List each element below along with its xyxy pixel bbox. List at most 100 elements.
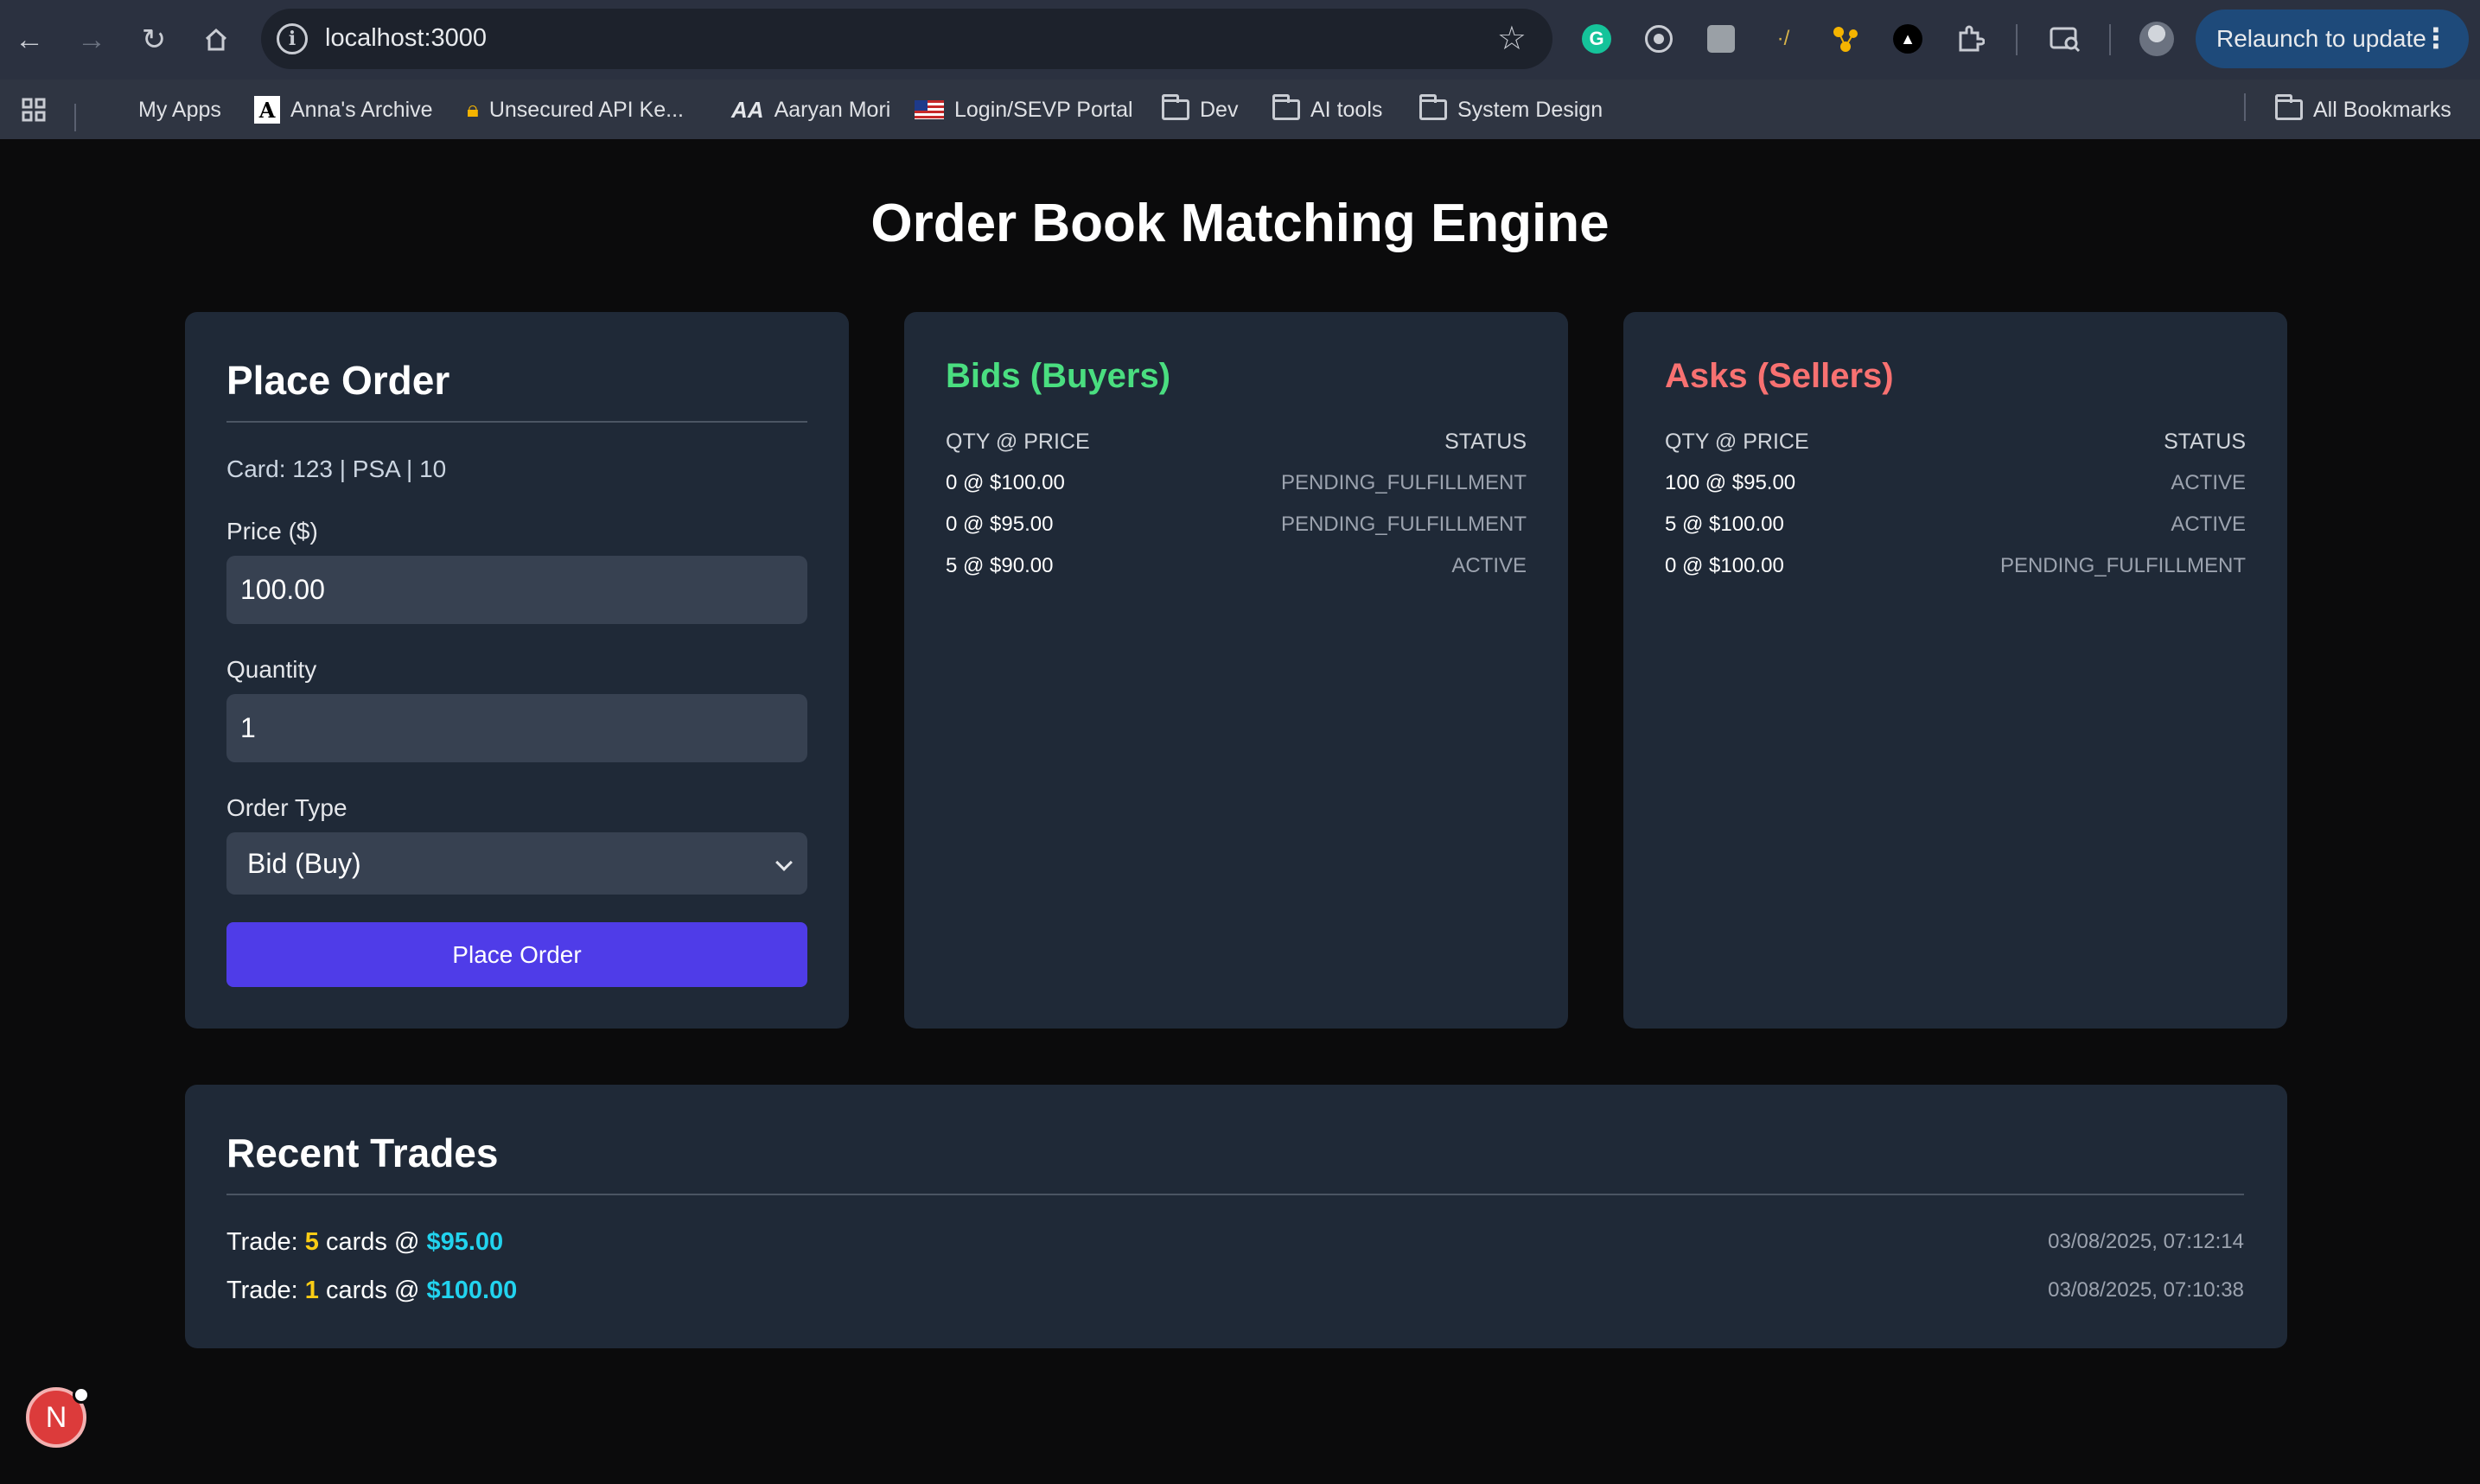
folder-icon <box>2275 94 2303 120</box>
order-type-select[interactable]: Bid (Buy) <box>226 832 807 895</box>
bid-row: 0 @ $100.00 PENDING_FULFILLMENT <box>946 471 1527 495</box>
chevron-down-icon <box>775 854 793 871</box>
trade-price: $100.00 <box>426 1277 518 1304</box>
bids-card: Bids (Buyers) QTY @ PRICE STATUS 0 @ $10… <box>904 312 1568 1029</box>
page-content: Order Book Matching Engine Place Order C… <box>0 139 2480 1484</box>
ask-status: ACTIVE <box>2171 471 2246 494</box>
trade-middle: cards @ <box>318 1277 427 1304</box>
bookmark-star-icon[interactable]: ☆ <box>1497 19 1527 58</box>
bid-order: 0 @ $95.00 <box>946 513 1054 536</box>
grammarly-icon[interactable]: G <box>1577 19 1616 59</box>
bookmark-unsecured-api-keys[interactable]: 🔒︎ Unsecured API Ke... <box>467 95 684 124</box>
folder-icon <box>1272 94 1300 120</box>
trade-prefix: Trade: <box>226 1228 305 1256</box>
folder-icon <box>1162 94 1189 120</box>
bookmark-my-apps[interactable]: My Apps <box>100 95 221 124</box>
notes-extension-icon[interactable] <box>1701 19 1741 59</box>
microsoft-icon <box>100 96 128 124</box>
asks-title: Asks (Sellers) <box>1665 357 1894 395</box>
bids-header: QTY @ PRICE STATUS <box>946 430 1527 455</box>
asks-card: Asks (Sellers) QTY @ PRICE STATUS 100 @ … <box>1623 312 2287 1029</box>
place-order-card: Place Order Card: 123 | PSA | 10 Price (… <box>185 312 849 1029</box>
apps-grid-icon[interactable] <box>21 95 47 124</box>
music-extension-icon[interactable]: ·/ <box>1763 19 1803 59</box>
trade-row: Trade: 5 cards @ $95.00 03/08/2025, 07:1… <box>226 1228 2244 1257</box>
ask-order: 100 @ $95.00 <box>1665 471 1796 494</box>
ask-order: 5 @ $100.00 <box>1665 513 1784 536</box>
price-label: Price ($) <box>226 518 318 545</box>
bookmark-divider <box>2244 93 2246 121</box>
bookmark-label: System Design <box>1457 97 1603 122</box>
aa-icon: AA <box>731 96 764 123</box>
bookmark-folder-dev[interactable]: Dev <box>1162 94 1239 124</box>
puzzle-extensions-icon[interactable] <box>1950 19 1990 59</box>
bid-row: 0 @ $95.00 PENDING_FULFILLMENT <box>946 513 1527 537</box>
toolbar-divider <box>2109 24 2111 55</box>
target-extension-icon[interactable] <box>1639 19 1679 59</box>
bookmark-annas-archive[interactable]: A Anna's Archive <box>254 95 433 124</box>
price-input[interactable]: 100.00 <box>226 556 807 624</box>
page-title: Order Book Matching Engine <box>870 194 1610 253</box>
trade-row: Trade: 1 cards @ $100.00 03/08/2025, 07:… <box>226 1277 2244 1305</box>
menu-dots-icon[interactable]: ⋮ <box>2422 22 2450 54</box>
place-order-title: Place Order <box>226 358 450 403</box>
all-bookmarks-button[interactable]: All Bookmarks <box>2275 94 2451 124</box>
relaunch-label: Relaunch to update <box>2216 25 2426 52</box>
bookmark-folder-ai-tools[interactable]: AI tools <box>1272 94 1383 124</box>
ask-row: 100 @ $95.00 ACTIVE <box>1665 471 2246 495</box>
bookmark-label: My Apps <box>138 97 221 122</box>
bid-status: ACTIVE <box>1451 554 1527 577</box>
bookmarks-bar: My Apps A Anna's Archive 🔒︎ Unsecured AP… <box>0 80 2480 139</box>
divider <box>226 421 807 423</box>
back-icon[interactable]: ← <box>5 16 54 64</box>
home-icon[interactable] <box>192 16 240 64</box>
tab-search-icon[interactable] <box>2045 19 2085 59</box>
card-info: Card: 123 | PSA | 10 <box>226 455 447 482</box>
browser-chrome: ← → ↻ i localhost:3000 ☆ G ·/ ▲ Relaunch… <box>0 0 2480 139</box>
place-order-button[interactable]: Place Order <box>226 922 807 987</box>
bookmark-aaryan-mori[interactable]: AA Aaryan Mori <box>731 95 890 124</box>
status-header: STATUS <box>2164 430 2246 454</box>
qty-price-header: QTY @ PRICE <box>1665 430 1809 454</box>
bid-status: PENDING_FULFILLMENT <box>1280 513 1527 536</box>
bookmark-label: Login/SEVP Portal <box>954 97 1133 122</box>
bid-status: PENDING_FULFILLMENT <box>1280 471 1527 494</box>
trade-qty: 5 <box>304 1228 319 1256</box>
toolbar-divider <box>2016 24 2018 55</box>
recent-trades-card: Recent Trades Trade: 5 cards @ $95.00 03… <box>185 1085 2287 1348</box>
triangle-extension-icon[interactable]: ▲ <box>1888 19 1928 59</box>
trade-timestamp: 03/08/2025, 07:10:38 <box>2048 1278 2244 1302</box>
qty-price-header: QTY @ PRICE <box>946 430 1090 454</box>
notification-dot <box>73 1386 90 1404</box>
trade-middle: cards @ <box>318 1228 427 1256</box>
bookmark-divider <box>74 104 76 131</box>
bookmark-sevp-portal[interactable]: Login/SEVP Portal <box>915 95 1133 124</box>
order-type-label: Order Type <box>226 794 347 821</box>
reload-icon[interactable]: ↻ <box>130 16 178 64</box>
annas-archive-icon: A <box>254 96 280 124</box>
bookmark-label: Unsecured API Ke... <box>488 97 684 122</box>
bookmark-label: Dev <box>1200 97 1239 122</box>
forward-icon[interactable]: → <box>67 16 116 64</box>
asks-header: QTY @ PRICE STATUS <box>1665 430 2246 455</box>
molecule-extension-icon[interactable] <box>1826 19 1865 59</box>
status-header: STATUS <box>1444 430 1527 454</box>
quantity-input[interactable]: 1 <box>226 694 807 762</box>
profile-avatar[interactable] <box>2137 19 2177 59</box>
ask-row: 5 @ $100.00 ACTIVE <box>1665 513 2246 537</box>
bid-order: 0 @ $100.00 <box>946 471 1065 494</box>
all-bookmarks-label: All Bookmarks <box>2313 97 2451 122</box>
order-type-value: Bid (Buy) <box>247 847 361 879</box>
site-info-icon[interactable]: i <box>277 23 308 54</box>
bookmark-folder-system-design[interactable]: System Design <box>1419 94 1603 124</box>
address-bar[interactable]: i localhost:3000 ☆ <box>261 9 1552 69</box>
trade-price: $95.00 <box>426 1228 504 1256</box>
browser-toolbar: ← → ↻ i localhost:3000 ☆ G ·/ ▲ Relaunch… <box>0 0 2480 80</box>
folder-icon <box>1419 94 1447 120</box>
bid-row: 5 @ $90.00 ACTIVE <box>946 554 1527 578</box>
lock-icon: 🔒︎ <box>467 96 479 122</box>
recent-trades-title: Recent Trades <box>226 1131 499 1175</box>
relaunch-button[interactable]: Relaunch to update ⋮ <box>2196 10 2469 68</box>
bookmark-label: AI tools <box>1310 97 1383 122</box>
bid-order: 5 @ $90.00 <box>946 554 1054 577</box>
